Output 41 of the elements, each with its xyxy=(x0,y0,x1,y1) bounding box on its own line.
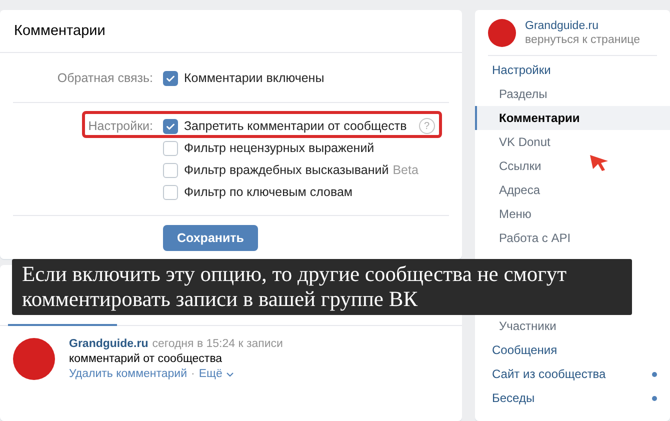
sidebar-item[interactable]: Разделы xyxy=(475,82,670,106)
option-label[interactable]: Запретить комментарии от сообществ xyxy=(184,119,407,133)
setting-label: Настройки: xyxy=(87,118,154,135)
group-name[interactable]: Grandguide.ru xyxy=(525,19,640,33)
save-button[interactable]: Сохранить xyxy=(163,225,258,251)
setting-label: Обратная связь: xyxy=(56,70,154,87)
comment-time: сегодня в 15:24 к записи xyxy=(152,338,283,350)
back-link[interactable]: вернуться к странице xyxy=(525,33,640,47)
page-title: Комментарии xyxy=(14,23,106,39)
sidebar-item[interactable]: Сайт из сообщества xyxy=(475,362,670,386)
sidebar-item[interactable]: Адреса xyxy=(475,178,670,202)
cursor-arrow-icon xyxy=(589,154,609,172)
comment-text: комментарий от сообщества xyxy=(69,353,224,365)
sidebar-item[interactable]: Участники xyxy=(475,314,670,338)
comment-action-link[interactable]: Удалить комментарий xyxy=(69,368,187,380)
separator-dot: · xyxy=(191,368,195,380)
author-link[interactable]: Grandguide.ru xyxy=(69,338,148,350)
option-label[interactable]: Фильтр враждебных высказываний xyxy=(184,163,389,177)
sidebar-item[interactable]: Работа с API xyxy=(475,226,670,250)
sidebar-item[interactable]: Комментарии xyxy=(475,106,670,130)
checkbox[interactable] xyxy=(163,70,178,86)
checkbox[interactable] xyxy=(163,118,178,134)
sidebar-item[interactable]: VK Donut xyxy=(475,130,670,154)
avatar xyxy=(13,338,55,380)
option-label[interactable]: Комментарии включены xyxy=(184,71,324,85)
sidebar-item[interactable]: Меню xyxy=(475,202,670,226)
comment-action-link[interactable]: Ещё xyxy=(198,368,222,380)
sidebar-item[interactable]: Настройки xyxy=(475,58,670,82)
option-label[interactable]: Фильтр нецензурных выражений xyxy=(184,141,374,155)
avatar xyxy=(488,19,516,47)
sidebar-item[interactable]: Сообщения xyxy=(475,338,670,362)
checkbox[interactable] xyxy=(163,140,178,156)
caption-text: комментировать записи в вашей группе ВК xyxy=(22,287,418,312)
caption-text: Если включить эту опцию, то другие сообщества не смогут xyxy=(22,262,567,287)
option-label[interactable]: Фильтр по ключевым словам xyxy=(184,185,352,199)
caret-icon xyxy=(226,372,234,376)
sidebar-item[interactable]: Беседы xyxy=(475,386,670,410)
checkbox[interactable] xyxy=(163,184,178,200)
sidebar-item[interactable]: Ссылки xyxy=(475,154,670,178)
beta-label: Beta xyxy=(392,163,418,177)
checkbox[interactable] xyxy=(163,162,178,178)
